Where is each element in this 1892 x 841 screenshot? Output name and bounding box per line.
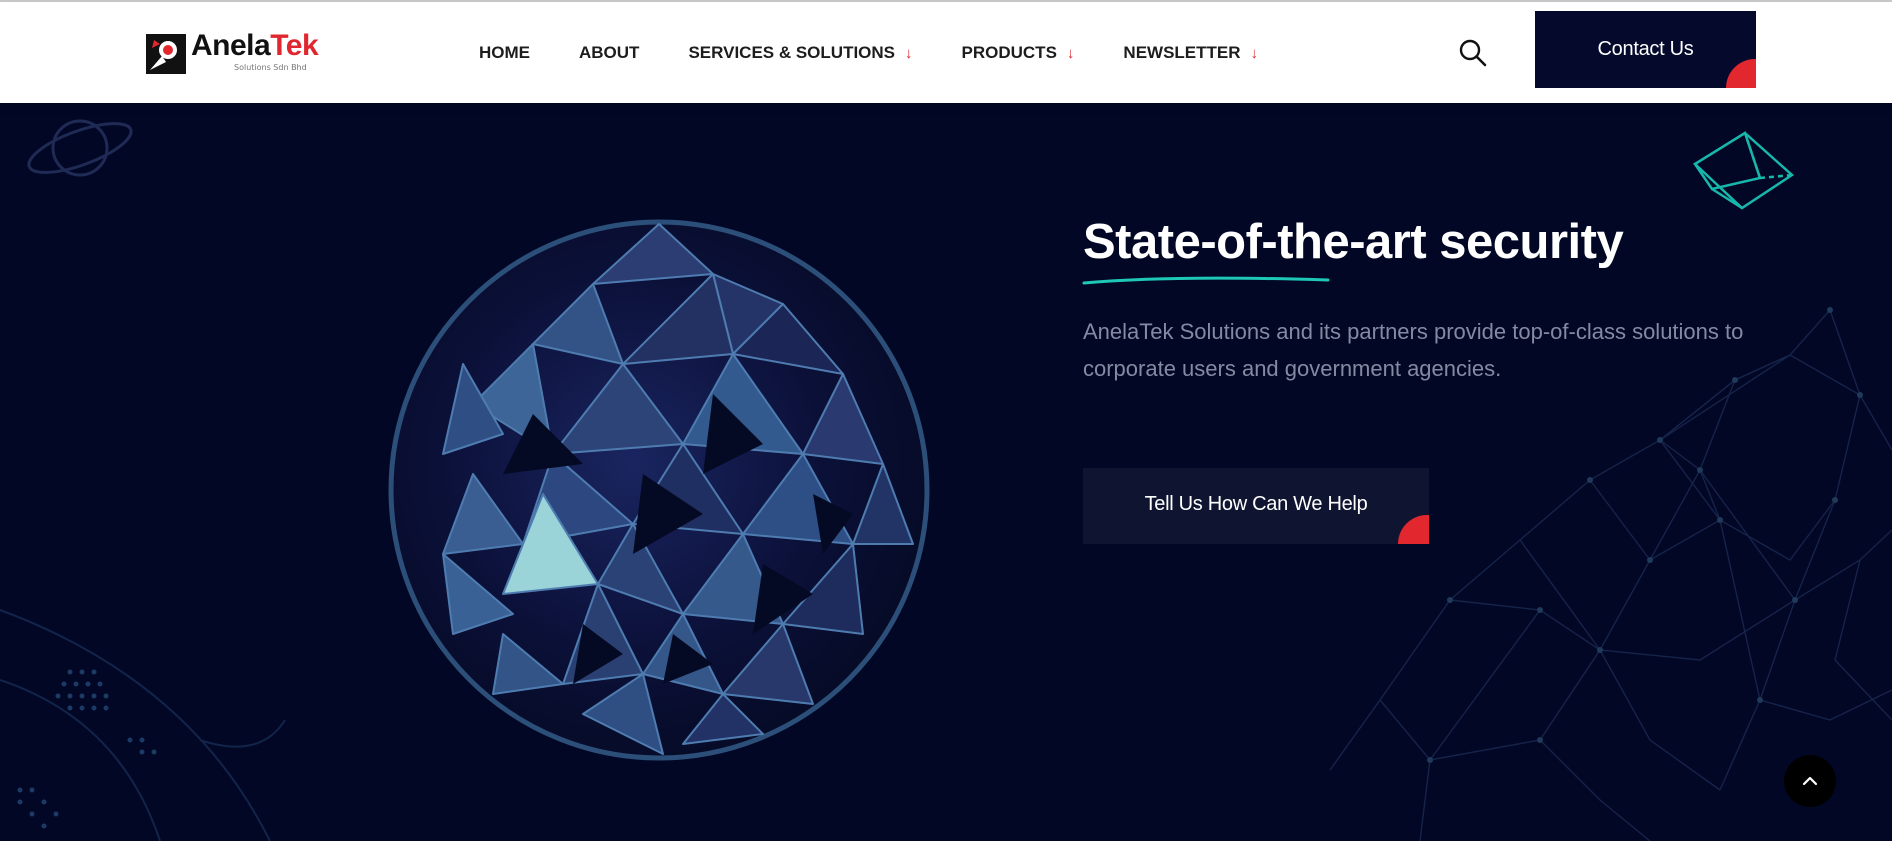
search-button[interactable] <box>1458 38 1488 68</box>
main-nav: HOME ABOUT SERVICES & SOLUTIONS ↓ PRODUCT… <box>479 42 1307 64</box>
chevron-up-icon <box>1802 776 1818 786</box>
nav-item-products[interactable]: PRODUCTS ↓ <box>962 42 1075 64</box>
button-corner-accent <box>1398 515 1429 544</box>
logo-mark-icon <box>146 34 186 74</box>
tell-us-how-label: Tell Us How Can We Help <box>1144 493 1368 515</box>
site-header: AnelaTek Solutions Sdn Bhd HOME ABOUT SE… <box>0 2 1892 103</box>
cube-icon <box>1692 131 1795 210</box>
nav-item-home[interactable]: HOME <box>479 42 530 64</box>
contact-us-button[interactable]: Contact Us <box>1535 11 1756 88</box>
nav-item-label: ABOUT <box>579 43 640 62</box>
nav-item-label: SERVICES & SOLUTIONS <box>688 43 896 62</box>
contact-us-label: Contact Us <box>1597 38 1694 60</box>
arrow-down-icon: ↓ <box>1250 44 1259 62</box>
button-corner-accent <box>1726 59 1756 88</box>
hero-sphere-image <box>388 219 930 761</box>
background-decoration <box>0 119 1892 841</box>
globe-outline <box>0 609 286 841</box>
hero-description: AnelaTek Solutions and its partners prov… <box>1083 319 1744 381</box>
brand-logo[interactable]: AnelaTek Solutions Sdn Bhd <box>146 29 328 75</box>
nav-item-newsletter[interactable]: NEWSLETTER ↓ <box>1123 42 1258 64</box>
hero-title: State-of-the-art security <box>1083 215 1624 269</box>
arrow-down-icon: ↓ <box>905 44 913 62</box>
search-icon <box>1459 39 1487 67</box>
logo-wordmark: AnelaTek <box>191 29 319 63</box>
tell-us-how-button[interactable]: Tell Us How Can We Help <box>1083 468 1429 544</box>
nav-item-label: PRODUCTS <box>961 43 1057 62</box>
nav-item-about[interactable]: ABOUT <box>579 42 639 64</box>
title-underline-decoration <box>1082 276 1330 285</box>
nav-item-label: HOME <box>479 43 530 62</box>
nav-item-services-solutions[interactable]: SERVICES & SOLUTIONS ↓ <box>688 42 912 64</box>
arrow-down-icon: ↓ <box>1066 44 1075 62</box>
scroll-to-top-button[interactable] <box>1784 755 1836 807</box>
logo-word-part2: Tek <box>270 29 319 62</box>
logo-word-part1: Anela <box>191 29 271 62</box>
logo-tagline: Solutions Sdn Bhd <box>234 63 307 72</box>
nav-item-label: NEWSLETTER <box>1123 43 1241 62</box>
planet-icon <box>27 119 133 177</box>
globe-dots <box>17 669 157 829</box>
